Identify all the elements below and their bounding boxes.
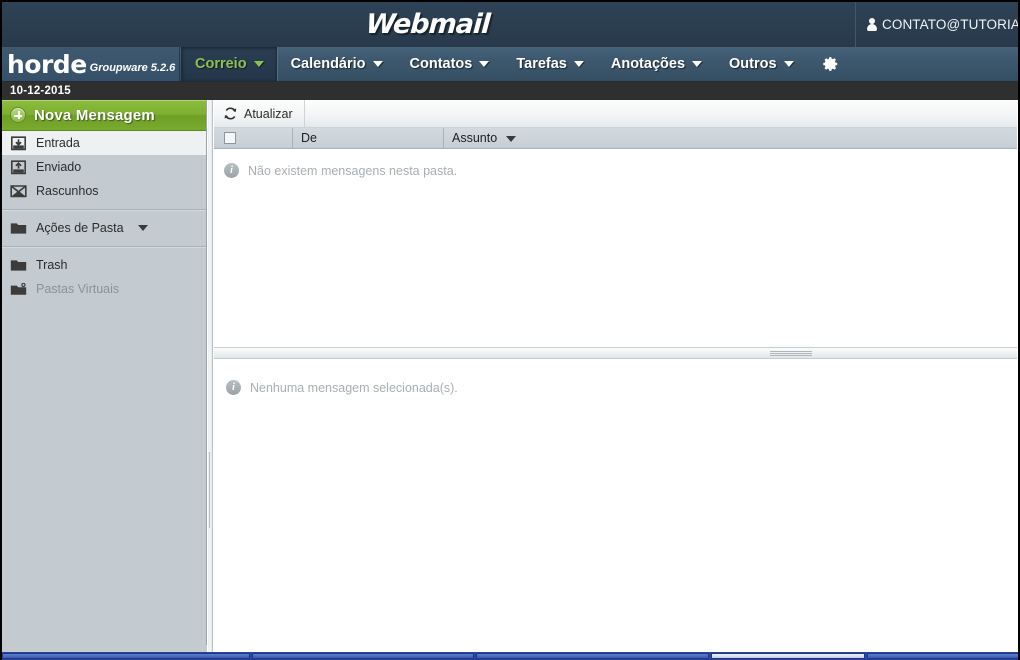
preview-empty-state: i Nenhuma mensagem selecionada(s). [214,359,1017,395]
user-account-area[interactable]: CONTATO@TUTORIAL.TA [855,2,1020,47]
preview-splitter[interactable] [214,348,1017,359]
webmail-logo-text: Webmail [364,9,491,40]
sidebar-divider [0,209,206,210]
compose-new-message-button[interactable]: Nova Mensagem [0,100,206,131]
chevron-down-icon [372,61,383,67]
taskbar-item[interactable] [2,653,251,659]
settings-button[interactable] [808,47,852,81]
nav-item-label: Outros [729,56,777,72]
sidebar-item-label: Enviado [36,160,82,174]
chevron-down-icon [137,225,148,231]
message-preview-pane: i Nenhuma mensagem selecionada(s). [214,359,1017,644]
page-bottom-strip [0,645,1020,652]
main-navigation-bar: horde Groupware 5.2.6 Correio Calendário… [0,47,1020,82]
splitter-grip [209,452,212,528]
nav-item-label: Correio [195,56,247,72]
info-icon: i [224,163,239,178]
chevron-down-icon [692,61,703,67]
nav-item-tarefas[interactable]: Tarefas [503,47,598,81]
plus-circle-icon [10,107,26,123]
sidebar-item-pastas-virtuais[interactable]: Pastas Virtuais [0,277,206,301]
horde-logo[interactable]: horde Groupware 5.2.6 [0,47,180,81]
splitter-grip [770,351,812,356]
horde-logo-primary: horde [7,50,87,79]
refresh-button[interactable]: Atualizar [214,100,305,127]
sidebar-item-label: Rascunhos [36,184,99,198]
chevron-down-icon [783,61,794,67]
column-header-subject[interactable]: Assunto [443,128,1003,149]
outbox-icon [11,159,26,174]
mail-toolbar: Atualizar [214,100,1017,128]
folder-icon [10,222,27,234]
message-list-empty-state: i Não existem mensagens nesta pasta. [214,149,1017,178]
sort-descending-icon [506,135,517,142]
brand-bar: Webmail CONTATO@TUTORIAL.TA [0,0,1020,47]
column-header-from[interactable]: De [292,128,442,149]
sidebar-item-enviado[interactable]: Enviado [0,155,206,179]
horde-logo-secondary: Groupware 5.2.6 [89,62,176,74]
mail-panel: Atualizar De Assunto i Não existem mensa… [214,100,1017,645]
chevron-down-icon [479,61,490,67]
os-taskbar[interactable] [0,652,1020,660]
folder-icon [10,259,27,271]
sidebar-item-folder-actions[interactable]: Ações de Pasta [0,216,206,240]
person-icon [867,17,877,32]
compose-label: Nova Mensagem [34,106,155,124]
user-email-label: CONTATO@TUTORIAL.TA [882,17,1020,32]
nav-item-label: Contatos [409,56,473,72]
column-header-subject-label: Assunto [452,131,498,145]
nav-item-contatos[interactable]: Contatos [397,47,504,81]
sidebar-splitter-bottom-fill [208,645,213,652]
nav-items: Correio Calendário Contatos Tarefas Anot… [181,47,852,81]
message-list-empty-text: Não existem mensagens nesta pasta. [248,163,458,178]
taskbar-item[interactable] [252,653,474,659]
select-all-checkbox[interactable] [224,132,236,144]
sidebar-item-rascunhos[interactable]: Rascunhos [0,179,206,203]
sidebar-divider [0,246,206,247]
sidebar-item-entrada[interactable]: Entrada [0,131,206,155]
nav-item-outros[interactable]: Outros [716,47,808,81]
nav-item-calendario[interactable]: Calendário [278,47,397,81]
chevron-down-icon [573,61,584,67]
sidebar-item-label: Entrada [36,136,80,150]
chevron-down-icon [253,61,264,67]
webmail-logo: Webmail [0,2,855,47]
sidebar-splitter[interactable] [208,100,213,645]
sidebar-item-label: Trash [36,258,68,272]
taskbar-item[interactable] [867,653,1020,659]
message-list-header: De Assunto [214,128,1017,149]
message-list[interactable]: i Não existem mensagens nesta pasta. [214,149,1017,348]
nav-item-label: Calendário [290,56,366,72]
inbox-icon [11,135,26,150]
info-icon: i [226,380,241,395]
webmail-window: Webmail CONTATO@TUTORIAL.TA horde Groupw… [0,0,1020,660]
nav-item-anotacoes[interactable]: Anotações [598,47,716,81]
taskbar-item-active[interactable] [710,653,866,659]
sidebar-item-label: Ações de Pasta [36,221,124,235]
gear-icon [822,57,837,71]
virtual-folder-icon [10,282,27,295]
sidebar-item-trash[interactable]: Trash [0,253,206,277]
nav-item-label: Tarefas [516,56,567,72]
nav-item-correio[interactable]: Correio [181,47,278,81]
sidebar: Nova Mensagem Entrada Enviado Rascunhos … [0,100,207,645]
date-bar: 10-12-2015 [0,82,1020,100]
nav-item-label: Anotações [610,56,686,72]
sidebar-bottom-fill [0,645,207,652]
refresh-label: Atualizar [244,106,293,121]
draft-envelope-icon [10,185,27,198]
taskbar-item[interactable] [475,653,709,659]
refresh-icon [224,107,237,120]
preview-empty-text: Nenhuma mensagem selecionada(s). [250,380,458,395]
sidebar-item-label: Pastas Virtuais [36,282,120,296]
